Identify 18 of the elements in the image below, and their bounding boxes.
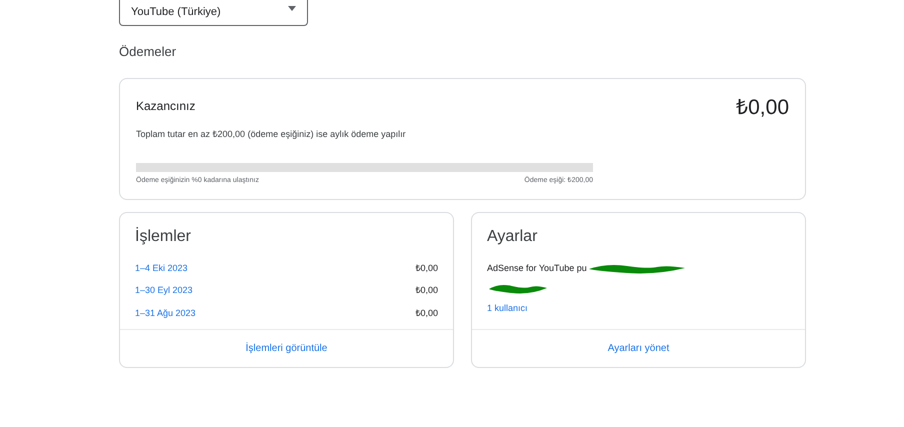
card-title: İşlemler — [135, 226, 192, 246]
section-title: Ödemeler — [119, 43, 178, 61]
transaction-amount: ₺0,00 — [415, 262, 438, 274]
earnings-amount: ₺0,00 — [736, 96, 789, 120]
users-link[interactable]: 1 kullanıcı — [487, 302, 790, 315]
period-link[interactable]: 1–31 Ağu 2023 — [135, 306, 196, 320]
dropdown-caret-icon — [288, 6, 296, 11]
card-title: Ayarlar — [487, 226, 538, 246]
card-title: Kazancınız — [136, 98, 196, 114]
manage-settings-link[interactable]: Ayarları yönet — [608, 340, 670, 356]
account-select[interactable]: YouTube (Türkiye) — [119, 0, 308, 26]
transaction-amount: ₺0,00 — [415, 284, 438, 297]
view-transactions-link[interactable]: İşlemleri görüntüle — [246, 340, 328, 356]
publisher-text: AdSense for YouTube pu — [487, 262, 587, 275]
period-link[interactable]: 1–4 Eki 2023 — [135, 262, 188, 275]
payment-description: Toplam tutar en az ₺200,00 (ödeme eşiğiniz) ise aylık ödeme yapılır — [136, 128, 406, 141]
transaction-amount: ₺0,00 — [415, 306, 438, 320]
period-link[interactable]: 1–30 Eyl 2023 — [135, 284, 193, 298]
